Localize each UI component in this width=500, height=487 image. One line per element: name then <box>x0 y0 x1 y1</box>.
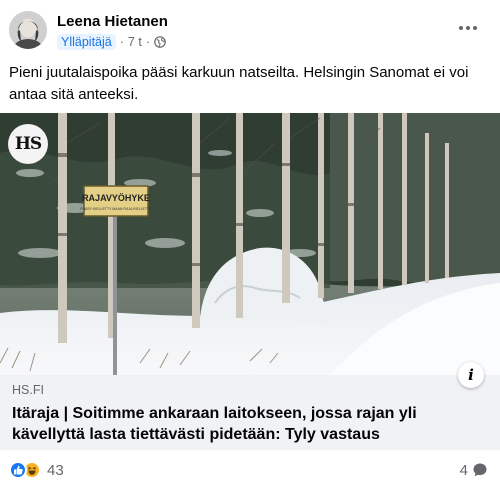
comment-bubble-icon <box>473 463 487 477</box>
link-domain: HS.FI <box>12 383 44 397</box>
more-dot <box>459 26 463 30</box>
post-time[interactable]: 7 t <box>128 35 142 49</box>
hs-logo: HS <box>8 124 48 164</box>
link-info-box[interactable]: HS.FI Itäraja | Soitimme ankaraan laitok… <box>0 375 500 450</box>
globe-icon[interactable] <box>154 36 166 48</box>
author-name[interactable]: Leena Hietanen <box>57 13 168 30</box>
author-avatar[interactable] <box>9 11 47 49</box>
admin-badge: Ylläpitäjä <box>57 34 116 50</box>
feed-post: Leena Hietanen Ylläpitäjä · 7 t · Pieni … <box>0 0 500 487</box>
post-header: Leena Hietanen Ylläpitäjä · 7 t · <box>0 0 500 56</box>
sign-subtext: PÄÄSY KIELLETTY MAAN RAJA KIELLETTY <box>80 207 152 211</box>
post-text: Pieni juutalaispoika pääsi karkuun natse… <box>9 64 469 103</box>
comments-summary[interactable]: 4 <box>460 460 488 480</box>
post-footer: 43 4 <box>0 450 500 487</box>
link-preview-image[interactable]: RAJAVYÖHYKE PÄÄSY KIELLETTY MAAN RAJA KI… <box>0 113 500 375</box>
meta-separator: · <box>119 35 124 49</box>
sign-text: RAJAVYÖHYKE <box>82 193 150 203</box>
comment-count: 4 <box>459 461 468 479</box>
more-options-icon[interactable] <box>453 18 483 38</box>
like-icon <box>9 461 27 479</box>
more-dot <box>466 26 470 30</box>
reaction-count: 43 <box>47 461 64 479</box>
post-meta: Ylläpitäjä · 7 t · <box>57 34 166 50</box>
meta-separator: · <box>145 35 150 49</box>
reactions-summary[interactable]: 43 <box>9 460 64 480</box>
link-title[interactable]: Itäraja | Soitimme ankaraan laitokseen, … <box>12 403 482 445</box>
info-icon[interactable]: i <box>458 362 484 388</box>
more-dot <box>473 26 477 30</box>
